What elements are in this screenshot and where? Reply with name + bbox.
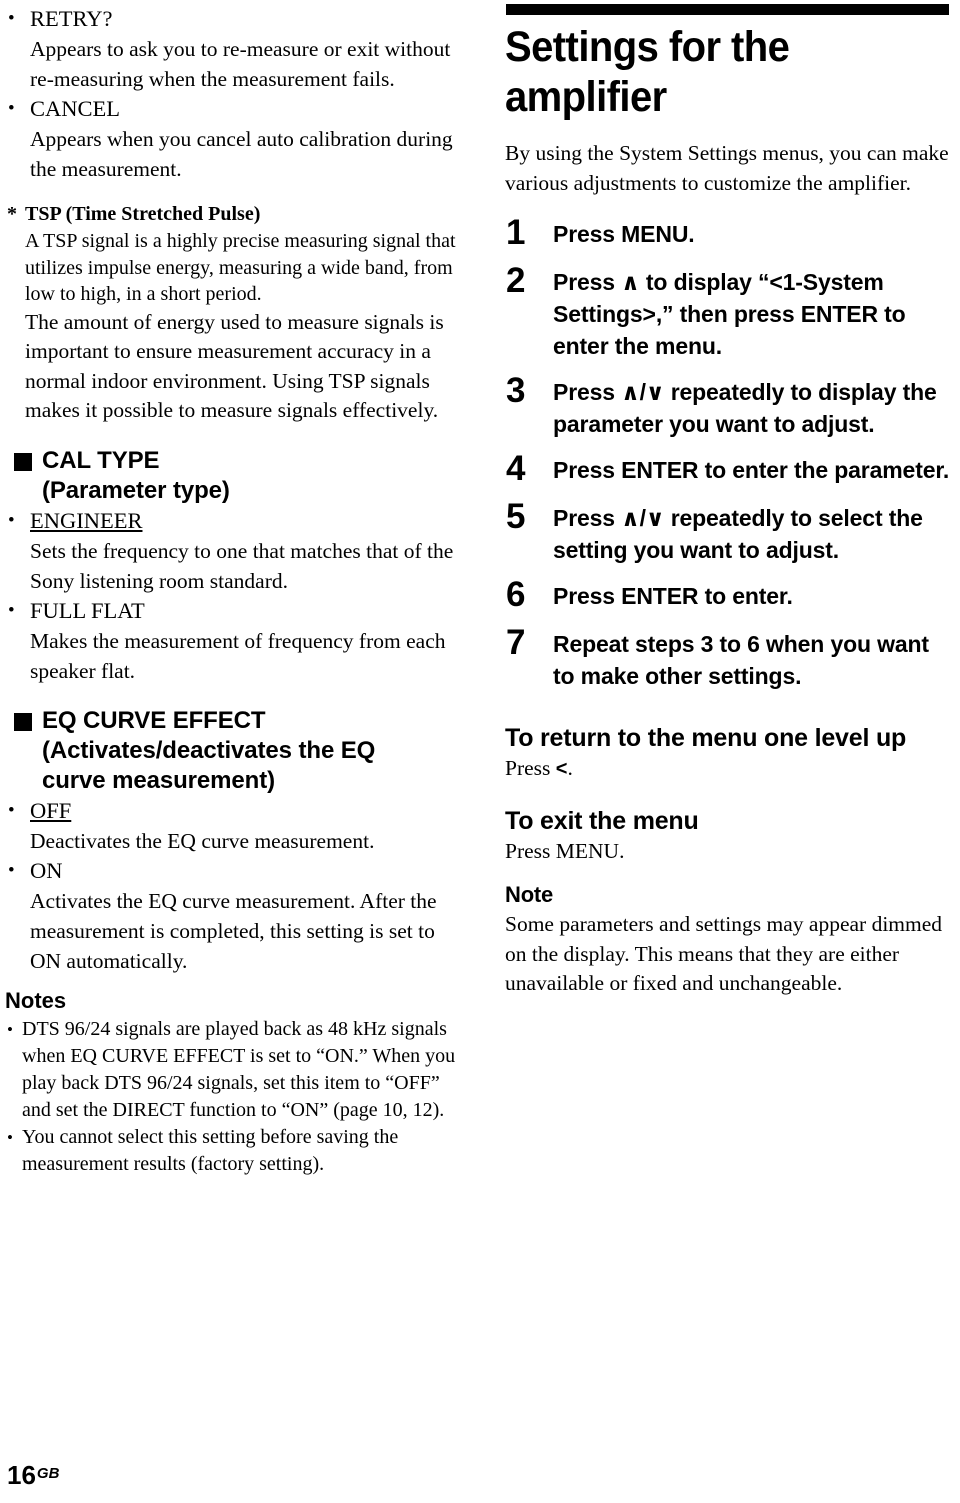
- message-description: Appears when you cancel auto calibration…: [30, 127, 453, 181]
- section-heading-line-3: curve measurement): [42, 766, 275, 794]
- step-number: 4: [506, 449, 526, 488]
- step-number: 1: [506, 213, 526, 252]
- step-text: Repeat steps 3 to 6 when you want to mak…: [553, 631, 929, 689]
- section-cal-type: CAL TYPE (Parameter type) • ENGINEER Set…: [5, 446, 465, 686]
- section-heading: EQ CURVE EFFECT: [5, 706, 465, 736]
- manual-page: • RETRY? Appears to ask you to re-measur…: [0, 0, 960, 1503]
- back-key-icon: <: [555, 758, 568, 780]
- page-number: 16: [7, 1460, 36, 1490]
- bullet-icon: •: [7, 1019, 13, 1039]
- section-eq-curve-effect: EQ CURVE EFFECT (Activates/deactivates t…: [5, 706, 465, 976]
- subsection-heading: To return to the menu one level up: [505, 724, 907, 752]
- intro-paragraph: By using the System Settings menus, you …: [505, 141, 949, 195]
- period: .: [567, 756, 573, 780]
- step-item: 1 Press MENU.: [505, 213, 953, 252]
- tsp-footnote: * TSP (Time Stretched Pulse) A TSP signa…: [5, 200, 465, 426]
- step-item: 4 Press ENTER to enter the parameter.: [505, 449, 953, 488]
- section-heading-line-3-row: curve measurement): [5, 766, 465, 796]
- left-column: • RETRY? Appears to ask you to re-measur…: [5, 4, 465, 1178]
- bullet-icon: •: [8, 98, 15, 119]
- procedure-steps: 1 Press MENU. 2 Press ∧ to display “<1-S…: [505, 213, 953, 692]
- message-term: RETRY?: [30, 6, 113, 31]
- display-message-list: • RETRY? Appears to ask you to re-measur…: [5, 4, 465, 184]
- option-term: FULL FLAT: [30, 597, 145, 623]
- note-heading: Note: [505, 882, 554, 907]
- list-item: • ON: [5, 856, 465, 886]
- step-number: 2: [506, 261, 526, 300]
- note-section: Note Some parameters and settings may ap…: [505, 880, 953, 999]
- bullet-icon: •: [8, 859, 15, 881]
- notes-block: Notes • DTS 96/24 signals are played bac…: [5, 986, 465, 1178]
- step-text: Press MENU.: [553, 221, 695, 247]
- page-footer: 16GB: [7, 1460, 59, 1489]
- step-item: 3 Press ∧/∨ repeatedly to display the pa…: [505, 371, 953, 440]
- region-code: GB: [36, 1465, 60, 1482]
- section-heading-line-1: CAL TYPE: [42, 446, 160, 474]
- asterisk-icon: *: [7, 203, 17, 225]
- step-item: 2 Press ∧ to display “<1-System Settings…: [505, 261, 953, 362]
- step-text: Press ENTER to enter the parameter.: [553, 457, 950, 483]
- message-term: CANCEL: [30, 96, 120, 121]
- step-item: 5 Press ∧/∨ repeatedly to select the set…: [505, 497, 953, 566]
- press-label: Press: [505, 756, 556, 780]
- page-title: Settings for the amplifier: [505, 23, 790, 121]
- footnote-heading-text: TSP (Time Stretched Pulse): [25, 203, 261, 225]
- step-number: 3: [506, 371, 526, 410]
- note-body: Some parameters and settings may appear …: [505, 912, 943, 995]
- bullet-icon: •: [8, 8, 15, 29]
- title-rule: [506, 4, 949, 15]
- subsection-body: Press MENU.: [505, 838, 625, 863]
- return-one-level-section: To return to the menu one level up Press…: [505, 722, 953, 785]
- note-list-item: • You cannot select this setting before …: [5, 1124, 465, 1178]
- note-list-item: • DTS 96/24 signals are played back as 4…: [5, 1016, 465, 1124]
- bullet-icon: •: [8, 599, 15, 621]
- section-heading: CAL TYPE: [5, 446, 465, 476]
- option-description: Sets the frequency to one that matches t…: [30, 538, 454, 593]
- subsection-body: Press <.: [505, 754, 953, 785]
- right-column: Settings for the amplifier By using the …: [505, 4, 953, 999]
- step-text: Press ∧/∨ repeatedly to display the para…: [553, 379, 937, 437]
- section-heading-line-2: (Activates/deactivates the EQ: [42, 736, 376, 764]
- black-square-icon: [14, 712, 32, 731]
- note-text: DTS 96/24 signals are played back as 48 …: [22, 1017, 456, 1121]
- option-term: ON: [30, 857, 63, 883]
- bullet-icon: •: [7, 1127, 13, 1147]
- step-number: 5: [506, 497, 526, 536]
- option-description: Activates the EQ curve measurement. Afte…: [30, 888, 437, 973]
- option-description: Deactivates the EQ curve measurement.: [30, 828, 375, 853]
- list-item: • CANCEL: [5, 94, 465, 124]
- list-item: • ENGINEER: [5, 506, 465, 536]
- list-item: • RETRY?: [5, 4, 465, 34]
- exit-menu-section: To exit the menu Press MENU.: [505, 805, 953, 867]
- message-description: Appears to ask you to re-measure or exit…: [30, 37, 451, 91]
- black-square-icon: [14, 452, 32, 471]
- step-text: Press ∧ to display “<1-System Settings>,…: [553, 269, 906, 359]
- step-item: 7 Repeat steps 3 to 6 when you want to m…: [505, 623, 953, 692]
- section-heading-line-2: (Parameter type): [42, 476, 230, 504]
- section-heading-line-2-row: (Activates/deactivates the EQ: [5, 736, 465, 766]
- notes-heading: Notes: [5, 987, 67, 1013]
- step-number: 6: [506, 575, 526, 614]
- section-heading-line-2-row: (Parameter type): [5, 476, 465, 506]
- step-number: 7: [506, 623, 526, 662]
- step-item: 6 Press ENTER to enter.: [505, 575, 953, 614]
- note-text: You cannot select this setting before sa…: [22, 1125, 399, 1175]
- section-heading-line-1: EQ CURVE EFFECT: [42, 706, 266, 734]
- subsection-heading: To exit the menu: [505, 806, 699, 835]
- option-description: Makes the measurement of frequency from …: [30, 628, 446, 683]
- option-term: OFF: [30, 797, 72, 823]
- step-text: Press ∧/∨ repeatedly to select the setti…: [553, 505, 923, 563]
- option-term: ENGINEER: [30, 507, 143, 533]
- bullet-icon: •: [8, 799, 15, 821]
- footnote-heading: * TSP (Time Stretched Pulse): [5, 200, 465, 228]
- bullet-icon: •: [8, 509, 15, 531]
- list-item: • FULL FLAT: [5, 596, 465, 626]
- footnote-paragraph-1: A TSP signal is a highly precise measuri…: [25, 230, 456, 305]
- list-item: • OFF: [5, 796, 465, 826]
- step-text: Press ENTER to enter.: [553, 583, 793, 609]
- footnote-paragraph-2: The amount of energy used to measure sig…: [25, 309, 444, 423]
